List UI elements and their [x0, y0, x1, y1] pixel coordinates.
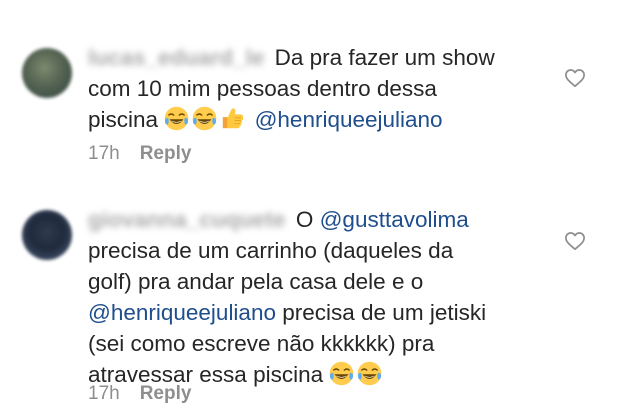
face-with-tears-of-joy-icon — [358, 361, 382, 386]
mention-link[interactable]: @henriqueejuliano — [255, 107, 443, 132]
mention-link[interactable]: @gusttavolima — [320, 207, 469, 232]
comment-timestamp: 17h — [88, 383, 120, 404]
mention-link[interactable]: @henriqueejuliano — [88, 300, 276, 325]
face-with-tears-of-joy-icon — [165, 106, 189, 131]
comment-text-line: golf) pra andar pela casa dele e o — [88, 269, 424, 294]
face-with-tears-of-joy-icon — [330, 361, 354, 386]
comment-meta: 17h Reply — [88, 143, 191, 165]
avatar[interactable] — [22, 210, 72, 260]
comment-username[interactable]: lucas_eduard_le — [88, 42, 264, 73]
comment-text-line: precisa de um carrinho (daqueles da — [88, 238, 454, 263]
comment-text-line: Da pra fazer um show — [274, 45, 495, 70]
comment-text: lucas_eduard_le Da pra fazer um show com… — [88, 42, 548, 135]
comment-text-line: piscina — [88, 107, 159, 132]
reply-button[interactable]: Reply — [140, 383, 192, 404]
comment-text-line: precisa de um jetiski — [282, 300, 487, 325]
heart-icon[interactable] — [564, 231, 586, 251]
face-with-tears-of-joy-icon — [193, 106, 217, 131]
comment-text-intro: O — [295, 207, 314, 232]
comment-text-line: com 10 mim pessoas dentro dessa — [88, 76, 437, 101]
comment-timestamp: 17h — [88, 143, 120, 164]
comment-text: giovanna_cuquete O @gusttavolima precisa… — [88, 204, 548, 390]
comment-username[interactable]: giovanna_cuquete — [88, 204, 286, 235]
heart-icon[interactable] — [564, 68, 586, 88]
comment-text-line: (sei como escreve não kkkkkk) pra — [88, 331, 435, 356]
reply-button[interactable]: Reply — [140, 143, 192, 164]
thumbs-up-icon — [223, 108, 244, 129]
avatar[interactable] — [22, 48, 72, 98]
comment-meta: 17h Reply — [88, 383, 191, 405]
